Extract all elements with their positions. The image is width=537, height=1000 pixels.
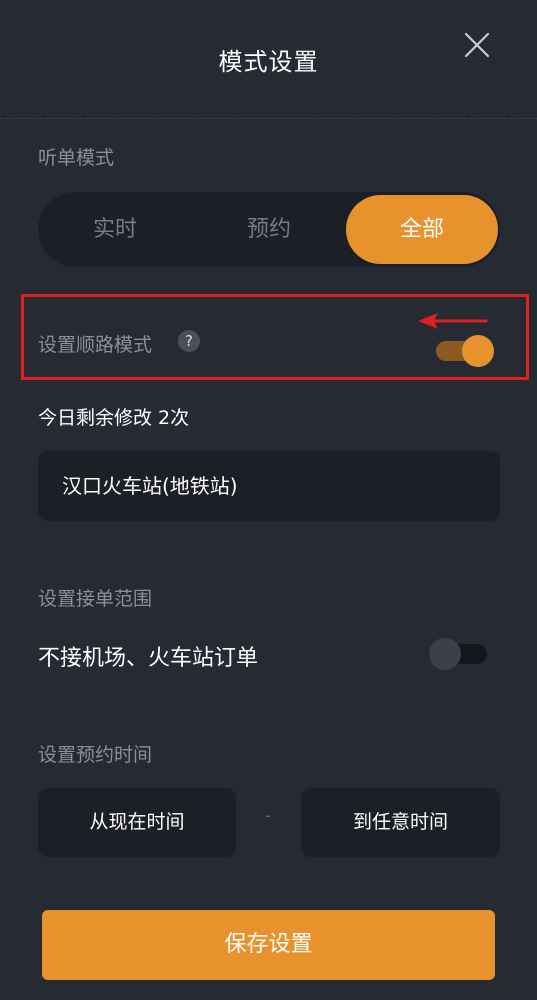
exclude-airport-station-toggle[interactable] [429, 638, 489, 670]
listen-mode-option-realtime[interactable]: 实时 [38, 192, 192, 267]
route-mode-toggle[interactable] [434, 335, 494, 367]
time-separator: - [264, 805, 272, 826]
range-label: 设置接单范围 [38, 588, 153, 610]
header-divider [0, 118, 537, 119]
end-time-button[interactable]: 到任意时间 [301, 788, 500, 857]
booking-time-label: 设置预约时间 [38, 744, 153, 766]
listen-mode-option-booking[interactable]: 预约 [192, 192, 346, 267]
listen-mode-label: 听单模式 [38, 147, 115, 169]
annotation-arrow-icon [418, 313, 488, 329]
help-icon[interactable]: ? [178, 330, 200, 352]
route-mode-label: 设置顺路模式 [38, 334, 153, 356]
close-icon [464, 32, 490, 58]
close-button[interactable] [462, 30, 492, 60]
destination-field[interactable]: 汉口火车站(地铁站) [38, 451, 500, 521]
toggle-knob [429, 638, 461, 670]
modal-header: 模式设置 [0, 0, 537, 118]
exclude-airport-station-label: 不接机场、火车站订单 [38, 646, 259, 671]
listen-mode-segmented-control: 实时 预约 全部 [38, 192, 500, 267]
page-title: 模式设置 [218, 48, 319, 76]
start-time-button[interactable]: 从现在时间 [38, 788, 236, 857]
save-settings-button[interactable]: 保存设置 [42, 910, 495, 980]
toggle-knob [462, 335, 494, 367]
destination-value: 汉口火车站(地铁站) [62, 474, 238, 498]
remaining-changes-text: 今日剩余修改 2次 [38, 407, 190, 429]
listen-mode-option-all[interactable]: 全部 [346, 195, 498, 264]
